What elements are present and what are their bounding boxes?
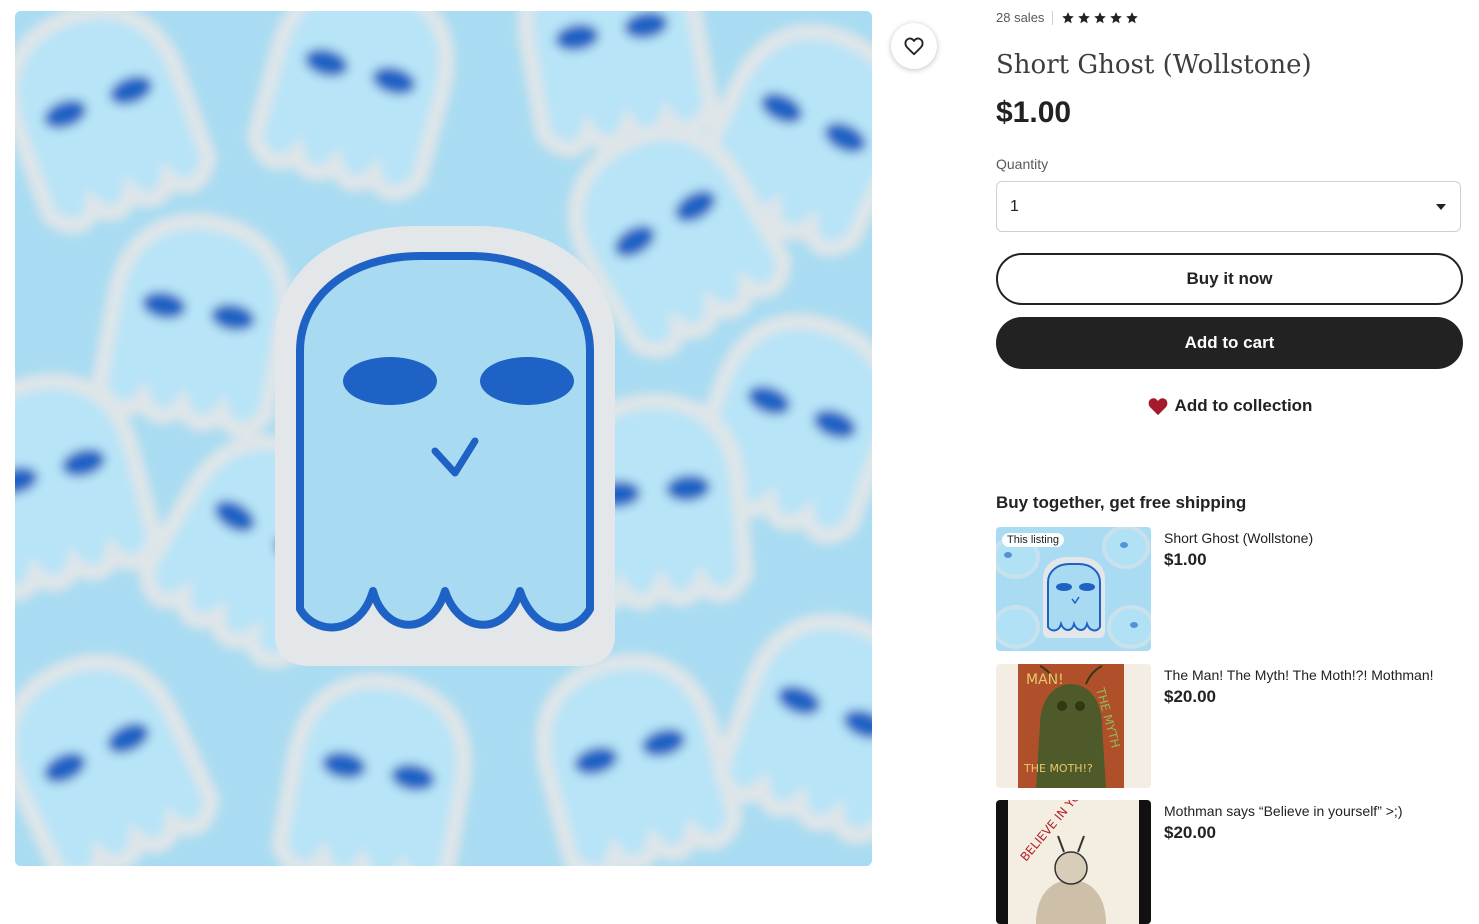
rating-stars[interactable]: [1061, 11, 1139, 25]
quantity-label: Quantity: [996, 156, 1049, 172]
bundle-item-thumbnail[interactable]: MAN! THE MYTH THE MOTH!?: [996, 664, 1151, 788]
divider: [1052, 10, 1054, 25]
sales-count: 28 sales: [996, 10, 1045, 25]
add-to-collection-button[interactable]: Add to collection: [996, 396, 1463, 416]
star-icon: [1062, 11, 1075, 23]
bundle-item: This listing Short Ghost (Wollstone) $1.…: [996, 527, 1463, 651]
bundle-item-name[interactable]: Mothman says “Believe in yourself” >;): [1164, 803, 1402, 819]
caret-down-icon: [1436, 203, 1446, 210]
this-listing-badge: This listing: [1002, 533, 1064, 547]
bundle-item-price: $20.00: [1164, 823, 1216, 842]
bundle-item-thumbnail[interactable]: BELIEVE IN YOURSELF: [996, 800, 1151, 924]
buy-now-button[interactable]: Buy it now: [996, 253, 1463, 305]
bundle-item-price: $1.00: [1164, 550, 1207, 569]
bundle-item-price: $20.00: [1164, 687, 1216, 706]
star-icon: [1094, 11, 1107, 23]
bundle-item: MAN! THE MYTH THE MOTH!? The Man! The My…: [996, 664, 1463, 788]
add-to-collection-label: Add to collection: [1174, 396, 1313, 415]
product-main-image[interactable]: [15, 11, 872, 866]
heart-outline-icon: [904, 37, 924, 56]
favorite-button[interactable]: [891, 23, 937, 69]
star-icon: [1110, 11, 1123, 23]
star-icon: [1078, 11, 1091, 23]
bundle-item: BELIEVE IN YOURSELF Mothman says “Believ…: [996, 800, 1463, 924]
listing-price: $1.00: [996, 96, 1072, 129]
heart-filled-icon: [1148, 398, 1167, 416]
listing-title: Short Ghost (Wollstone): [996, 50, 1312, 80]
bundle-title: Buy together, get free shipping: [996, 493, 1247, 512]
bundle-item-name[interactable]: Short Ghost (Wollstone): [1164, 530, 1313, 546]
quantity-value: 1: [1010, 197, 1019, 215]
poster-text-bottom: THE MOTH!?: [1023, 762, 1093, 775]
add-to-cart-button[interactable]: Add to cart: [996, 317, 1463, 369]
sales-rating-row: 28 sales: [996, 10, 1139, 25]
bundle-item-name[interactable]: The Man! The Myth! The Moth!?! Mothman!: [1164, 667, 1434, 683]
poster-text-top: MAN!: [1026, 672, 1064, 688]
star-icon: [1126, 11, 1139, 23]
quantity-select[interactable]: 1: [996, 181, 1461, 232]
bundle-item-thumbnail[interactable]: This listing: [996, 527, 1151, 651]
